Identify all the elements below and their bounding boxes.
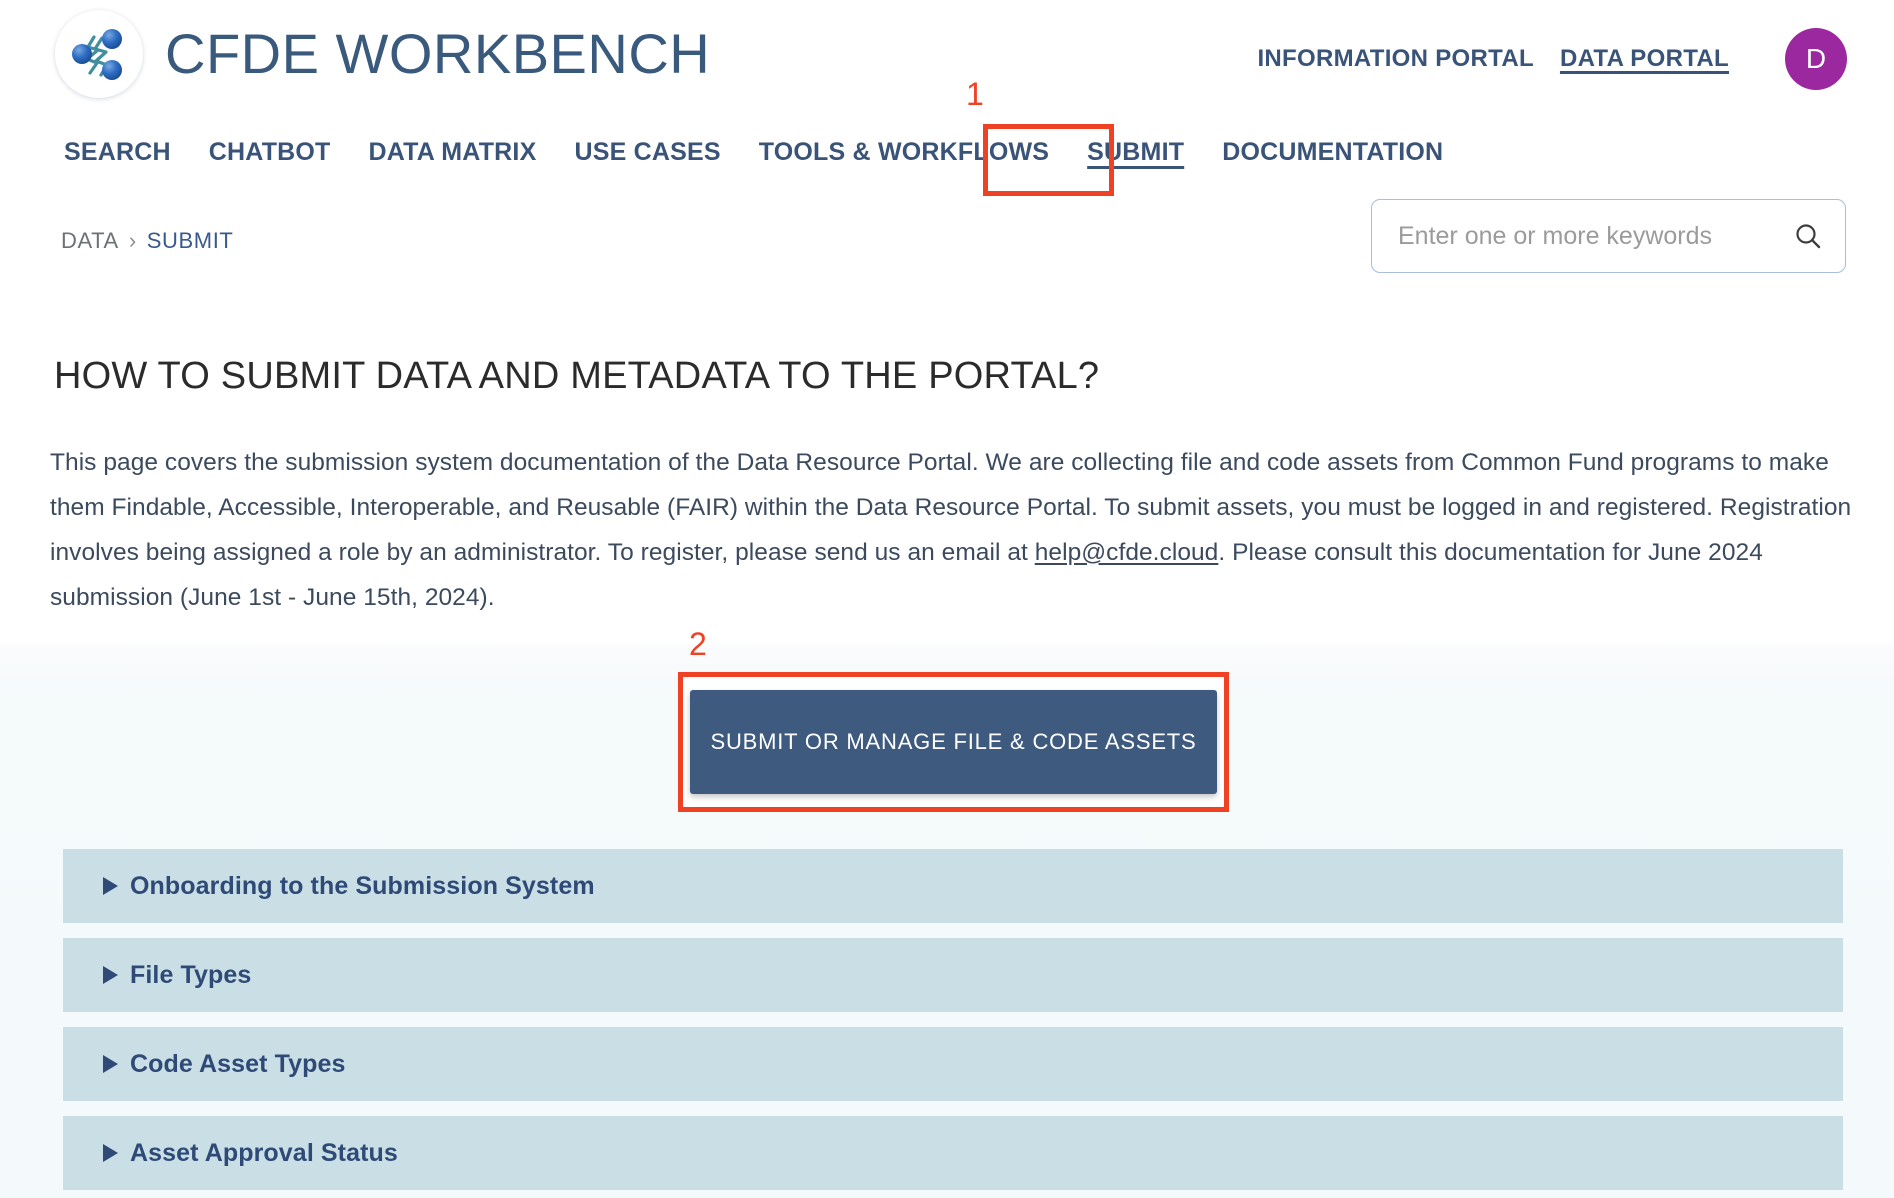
page-root: CFDE WORKBENCH INFORMATION PORTAL DATA P… — [0, 0, 1894, 1198]
accordion-label: Onboarding to the Submission System — [130, 871, 595, 900]
intro-paragraph: This page covers the submission system d… — [50, 440, 1855, 620]
breadcrumb-item-data[interactable]: DATA — [61, 228, 119, 254]
annotation-number-1: 1 — [966, 76, 984, 112]
brand[interactable]: CFDE WORKBENCH — [55, 10, 710, 98]
site-header: CFDE WORKBENCH INFORMATION PORTAL DATA P… — [0, 0, 1894, 125]
annotation-number-2: 2 — [689, 626, 707, 662]
nav-item-use-cases[interactable]: USE CASES — [570, 136, 724, 169]
accordion-label: File Types — [130, 960, 252, 989]
search-box[interactable] — [1371, 199, 1846, 273]
accordion-label: Code Asset Types — [130, 1049, 346, 1078]
header-utility-nav: INFORMATION PORTAL DATA PORTAL D — [1257, 28, 1847, 90]
header-link-information-portal[interactable]: INFORMATION PORTAL — [1257, 45, 1533, 73]
breadcrumb-item-submit[interactable]: SUBMIT — [147, 228, 234, 254]
support-email-link[interactable]: help@cfde.cloud — [1035, 539, 1219, 566]
nav-item-tools-workflows[interactable]: TOOLS & WORKFLOWS — [755, 136, 1053, 169]
molecule-logo-icon — [55, 10, 143, 98]
brand-title: CFDE WORKBENCH — [165, 22, 711, 85]
header-link-data-portal[interactable]: DATA PORTAL — [1560, 45, 1729, 73]
nav-item-data-matrix[interactable]: DATA MATRIX — [365, 136, 541, 169]
search-input[interactable] — [1396, 220, 1793, 252]
breadcrumb-separator: › — [128, 228, 137, 253]
accordion-label: Asset Approval Status — [130, 1138, 398, 1167]
main-nav: SEARCH CHATBOT DATA MATRIX USE CASES TOO… — [60, 136, 1447, 169]
nav-item-documentation[interactable]: DOCUMENTATION — [1218, 136, 1447, 169]
caret-right-icon — [103, 877, 118, 895]
search-icon[interactable] — [1793, 221, 1823, 251]
avatar[interactable]: D — [1785, 28, 1847, 90]
accordion-code-asset-types[interactable]: Code Asset Types — [63, 1027, 1843, 1101]
caret-right-icon — [103, 1144, 118, 1162]
accordion-onboarding-to-the-submission-system[interactable]: Onboarding to the Submission System — [63, 849, 1843, 923]
nav-item-chatbot[interactable]: CHATBOT — [205, 136, 335, 169]
page-title: HOW TO SUBMIT DATA AND METADATA TO THE P… — [54, 355, 1100, 398]
nav-item-submit[interactable]: SUBMIT — [1083, 136, 1188, 169]
caret-right-icon — [103, 966, 118, 984]
caret-right-icon — [103, 1055, 118, 1073]
submit-or-manage-assets-button[interactable]: SUBMIT OR MANAGE FILE & CODE ASSETS — [690, 690, 1217, 794]
nav-item-search[interactable]: SEARCH — [60, 136, 175, 169]
accordion-file-types[interactable]: File Types — [63, 938, 1843, 1012]
accordion-list: Onboarding to the Submission System File… — [63, 849, 1843, 1190]
breadcrumb: DATA › SUBMIT — [61, 228, 233, 254]
accordion-asset-approval-status[interactable]: Asset Approval Status — [63, 1116, 1843, 1190]
